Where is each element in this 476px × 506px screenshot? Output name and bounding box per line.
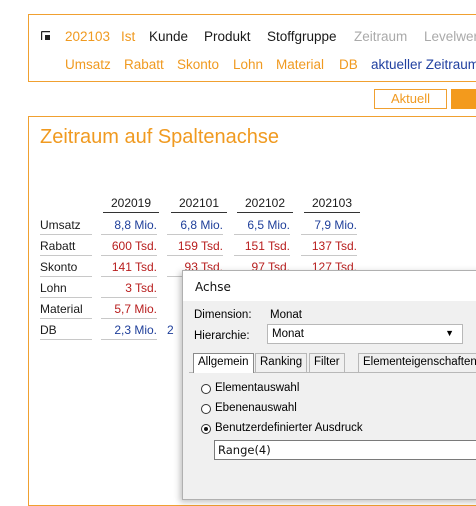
dimension-value: Monat [270,309,302,321]
expand-corner-icon[interactable] [41,31,51,41]
benutzerdefinierter-ausdruck-radio[interactable] [201,424,211,434]
nav-stoffgruppe[interactable]: Stoffgruppe [267,29,337,44]
nav-produkt[interactable]: Produkt [204,29,251,44]
row-label: Umsatz [40,216,92,235]
dimension-label: Dimension: [194,309,252,321]
tab-allgemein[interactable]: Allgemein [193,353,254,373]
nav-zeitraum[interactable]: Zeitraum [354,29,407,44]
column-header: 202019 [103,196,159,213]
column-header: 202102 [237,196,293,213]
elementauswahl-radio[interactable] [201,384,211,394]
row-label: Rabatt [40,237,92,256]
ebenenauswahl-radio[interactable] [201,404,211,414]
nav-db[interactable]: DB [339,57,358,72]
row-label: Material [40,300,92,319]
dialog-titlebar[interactable]: Achse [183,271,476,301]
page-title: Zeitraum auf Spaltenachse [40,126,280,148]
table-cell: 6,5 Mio. [234,216,290,235]
table-cell: 600 Tsd. [101,237,157,256]
table-cell: 8,8 Mio. [101,216,157,235]
column-header: 202101 [171,196,227,213]
benutzerdefinierter-ausdruck-label[interactable]: Benutzerdefinierter Ausdruck [215,422,363,434]
table-cell: 7,9 Mio. [301,216,357,235]
hierarchy-select-value: Monat [272,328,304,340]
nav-skonto[interactable]: Skonto [177,57,219,72]
table-cell: 137 Tsd. [301,237,357,256]
table-cell: 3 Tsd. [101,279,157,298]
table-cell: 5,7 Mio. [101,300,157,319]
nav-kunde[interactable]: Kunde [149,29,188,44]
dialog-title: Achse [195,280,231,294]
table-cell: 151 Tsd. [234,237,290,256]
expression-input[interactable] [214,440,476,460]
nav-umsatz[interactable]: Umsatz [65,57,111,72]
nav-lohn[interactable]: Lohn [233,57,263,72]
ebenenauswahl-label[interactable]: Ebenenauswahl [215,402,297,414]
tab-ranking[interactable]: Ranking [255,353,308,372]
nav-material[interactable]: Material [276,57,324,72]
elementauswahl-label[interactable]: Elementauswahl [215,382,299,394]
hierarchy-select[interactable]: Monat ▼ [267,324,463,344]
table-cell: 6,8 Mio. [167,216,223,235]
nav-rabatt[interactable]: Rabatt [124,57,164,72]
table-cell: 141 Tsd. [101,258,157,277]
row-label: DB [40,321,92,340]
aktuell-button[interactable]: Aktuell [374,89,447,109]
tab-elementeigenschaften[interactable]: Elementeigenschaften [358,353,476,372]
row-label: Lohn [40,279,92,298]
row-label: Skonto [40,258,92,277]
nav-aktueller-zeitraum[interactable]: aktueller Zeitraum [371,57,476,72]
column-header: 202103 [304,196,360,213]
nav-scenario[interactable]: Ist [121,29,135,44]
dropdown-arrow-icon: ▼ [445,328,454,338]
nav-levelwert[interactable]: Levelwer [424,29,476,44]
tab-filter[interactable]: Filter [309,353,345,372]
hierarchy-label: Hierarchie: [194,330,250,342]
table-cell: 2,3 Mio. [101,321,157,340]
nav-period[interactable]: 202103 [65,29,110,44]
orange-action-button[interactable] [451,89,476,109]
table-cell: 159 Tsd. [167,237,223,256]
